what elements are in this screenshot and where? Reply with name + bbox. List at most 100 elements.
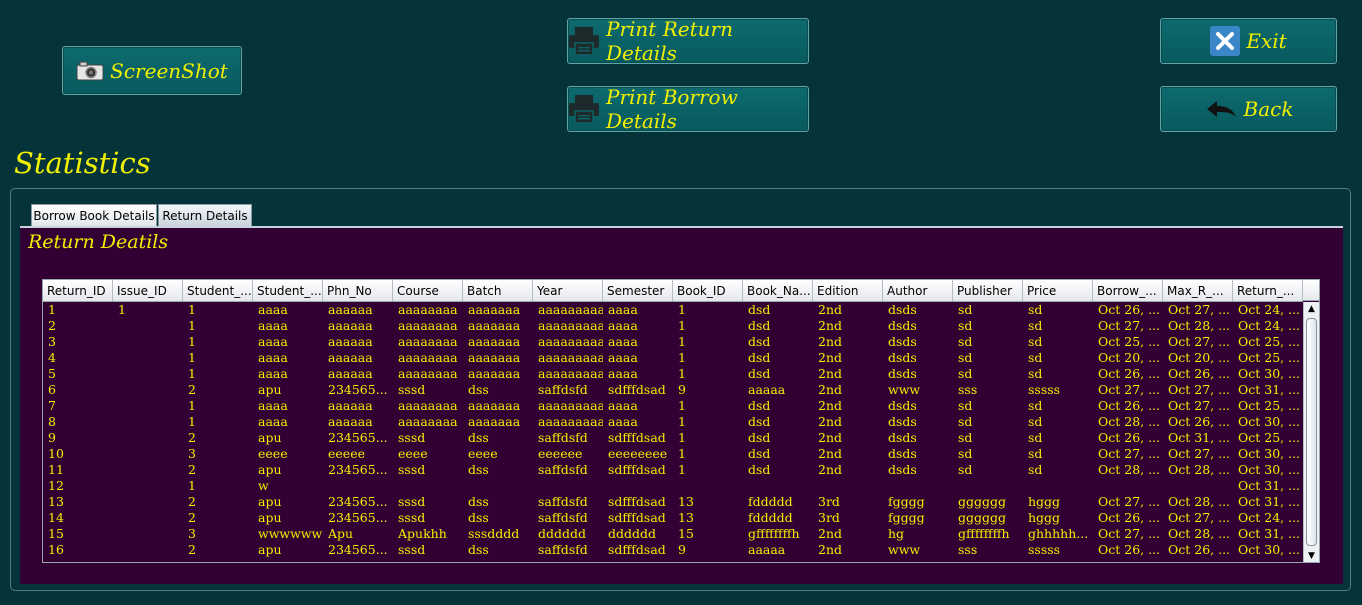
column-header[interactable]: Student_... xyxy=(183,280,253,301)
table-cell: 1 xyxy=(188,366,196,381)
table-cell: sd xyxy=(958,318,973,333)
column-header[interactable]: Publisher xyxy=(953,280,1023,301)
table-cell: dsd xyxy=(748,462,771,477)
table-row[interactable]: 6 2 apu 234565... sssd dss saffdsfd sdfffdsad 9 a… xyxy=(43,382,1303,398)
table-cell: 1 xyxy=(678,414,686,429)
column-header[interactable]: Price xyxy=(1023,280,1093,301)
table-cell: aaaaaaa xyxy=(468,366,521,381)
table-cell: sd xyxy=(1028,334,1043,349)
table-cell: 2nd xyxy=(818,318,843,333)
return-details-table[interactable]: Return_ID Issue_ID Student_... Student_... P… xyxy=(42,279,1320,563)
table-cell xyxy=(113,350,183,366)
table-cell: www xyxy=(888,542,921,557)
table-cell: aaaaaa xyxy=(328,318,373,333)
column-header[interactable]: Student_... xyxy=(253,280,323,301)
table-cell: 15 xyxy=(678,526,694,541)
column-header[interactable]: Course xyxy=(393,280,463,301)
vertical-scrollbar[interactable]: ▲ ▼ xyxy=(1303,302,1319,562)
screenshot-button[interactable]: ScreenShot xyxy=(62,46,242,95)
table-cell: Oct 28, ... xyxy=(1168,318,1231,333)
table-row[interactable]: 11 2 apu 234565... sssd dss saffdsfd sdfffdsad 1… xyxy=(43,462,1303,478)
table-cell: 14 xyxy=(48,510,64,525)
table-cell: aaaa xyxy=(258,350,288,365)
table-cell: dsds xyxy=(888,462,917,477)
column-header[interactable]: Return_... xyxy=(1233,280,1303,301)
table-row[interactable]: 4 1 aaaa aaaaaa aaaaaaaa aaaaaaa aaaaaaaaa aaaa… xyxy=(43,350,1303,366)
table-cell: 2nd xyxy=(818,334,843,349)
tab-return-details[interactable]: Return Details xyxy=(158,204,252,226)
column-header[interactable]: Semester xyxy=(603,280,673,301)
table-cell xyxy=(743,478,813,494)
table-cell: sd xyxy=(1028,446,1043,461)
exit-button[interactable]: Exit xyxy=(1160,18,1337,64)
table-row[interactable]: 9 2 apu 234565... sssd dss saffdsfd sdfffdsad 1 d… xyxy=(43,430,1303,446)
column-header[interactable]: Max_R_... xyxy=(1163,280,1233,301)
table-body: 1 1 1 aaaa aaaaaa aaaaaaaa aaaaaaa aaaaaaaaa aaa… xyxy=(43,302,1303,558)
table-cell: 1 xyxy=(118,302,126,317)
table-row[interactable]: 5 1 aaaa aaaaaa aaaaaaaa aaaaaaa aaaaaaaaa aaaa… xyxy=(43,366,1303,382)
table-row[interactable]: 7 1 aaaa aaaaaa aaaaaaaa aaaaaaa aaaaaaaaa aaaa… xyxy=(43,398,1303,414)
table-cell: dsds xyxy=(888,318,917,333)
table-cell: Apu xyxy=(328,526,354,541)
table-cell: Oct 24, ... xyxy=(1238,510,1301,525)
table-cell: aaaa xyxy=(608,350,638,365)
printer-icon xyxy=(568,26,600,56)
table-cell: Oct 26, ... xyxy=(1098,302,1161,317)
table-cell: aaaaaaaaa xyxy=(538,302,603,317)
table-cell: 2nd xyxy=(818,350,843,365)
table-cell: 3 xyxy=(48,334,56,349)
column-header[interactable]: Author xyxy=(883,280,953,301)
table-cell: 2nd xyxy=(818,302,843,317)
table-cell: Oct 26, ... xyxy=(1098,398,1161,413)
column-header[interactable]: Year xyxy=(533,280,603,301)
scroll-thumb[interactable] xyxy=(1306,318,1317,546)
column-header[interactable]: Phn_No xyxy=(323,280,393,301)
table-row[interactable]: 13 2 apu 234565... sssd dss saffdsfd sdfffdsad 1… xyxy=(43,494,1303,510)
table-cell xyxy=(673,478,743,494)
table-cell: aaaaaaaaa xyxy=(538,318,603,333)
table-cell xyxy=(883,478,953,494)
column-header[interactable]: Book_Na... xyxy=(743,280,813,301)
column-header[interactable]: Borrow_... xyxy=(1093,280,1163,301)
table-row[interactable]: 2 1 aaaa aaaaaa aaaaaaaa aaaaaaa aaaaaaaaa aaaa… xyxy=(43,318,1303,334)
table-cell: Oct 31, ... xyxy=(1238,494,1301,509)
table-cell: hggg xyxy=(1028,510,1061,525)
table-cell: sd xyxy=(958,366,973,381)
table-cell: aaaaaa xyxy=(328,414,373,429)
table-row[interactable]: 14 2 apu 234565... sssd dss saffdsfd sdfffdsad 1… xyxy=(43,510,1303,526)
table-cell: saffdsfd xyxy=(538,510,588,525)
column-header[interactable]: Batch xyxy=(463,280,533,301)
column-header[interactable]: Book_ID xyxy=(673,280,743,301)
print-return-details-button[interactable]: Print Return Details xyxy=(567,17,809,65)
table-cell: aaaaaaaaa xyxy=(538,366,603,381)
table-cell: 8 xyxy=(48,414,56,429)
back-button[interactable]: Back xyxy=(1160,86,1337,132)
tab-borrow-book-details[interactable]: Borrow Book Details xyxy=(31,204,157,226)
table-cell: 1 xyxy=(678,430,686,445)
table-cell: sssd xyxy=(398,510,426,525)
table-row[interactable]: 16 2 apu 234565... sssd dss saffdsfd sdfffdsad 9… xyxy=(43,542,1303,558)
table-row[interactable]: 8 1 aaaa aaaaaa aaaaaaaa aaaaaaa aaaaaaaaa aaaa… xyxy=(43,414,1303,430)
table-row[interactable]: 15 3 wwwwww Apu Apukhh sssdddd dddddd dddddd 15 g… xyxy=(43,526,1303,542)
table-cell xyxy=(463,478,533,494)
table-cell: sssss xyxy=(1028,542,1061,557)
table-cell: Oct 25, ... xyxy=(1238,430,1301,445)
print-borrow-details-button[interactable]: Print Borrow Details xyxy=(567,85,809,133)
table-cell: 1 xyxy=(678,318,686,333)
scroll-down-arrow-icon[interactable]: ▼ xyxy=(1304,549,1319,562)
scroll-up-arrow-icon[interactable]: ▲ xyxy=(1304,302,1319,316)
table-cell: aaaaaaaa xyxy=(398,302,458,317)
table-cell: aaaaaaaa xyxy=(398,414,458,429)
table-row[interactable]: 1 1 1 aaaa aaaaaa aaaaaaaa aaaaaaa aaaaaaaaa aaa… xyxy=(43,302,1303,318)
table-row[interactable]: 12 1 w Oct 31, ... xyxy=(43,478,1303,494)
table-cell: aaaa xyxy=(608,366,638,381)
column-header[interactable]: Issue_ID xyxy=(113,280,183,301)
table-row[interactable]: 10 3 eeee eeeee eeee eeee eeeeee eeeeeeee 1 dsd 2n… xyxy=(43,446,1303,462)
column-header[interactable]: Edition xyxy=(813,280,883,301)
table-row[interactable]: 3 1 aaaa aaaaaa aaaaaaaa aaaaaaa aaaaaaaaa aaaa… xyxy=(43,334,1303,350)
column-header[interactable]: Return_ID xyxy=(43,280,113,301)
table-cell: 2nd xyxy=(818,366,843,381)
table-cell: apu xyxy=(258,462,282,477)
table-cell: 234565... xyxy=(328,542,388,557)
table-cell: aaaaaa xyxy=(328,398,373,413)
